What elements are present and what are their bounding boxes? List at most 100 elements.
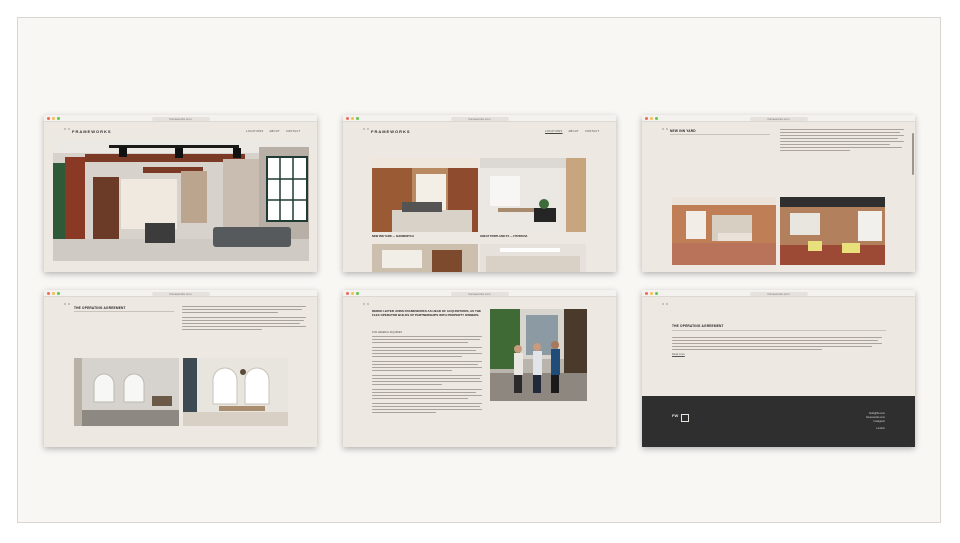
text-line (182, 326, 306, 328)
article-subheading: FOR GENERAL INQUIRIES (372, 331, 402, 334)
browser-chrome: frameworks.com (642, 290, 915, 305)
text-line (372, 389, 482, 391)
text-line (182, 312, 278, 314)
browser-window-operating: frameworks.com THE OPERATING AGREEMENT (44, 290, 317, 447)
text-line (672, 346, 872, 348)
nav-contact[interactable]: Contact (286, 130, 300, 133)
text-line (182, 309, 302, 311)
text-line (372, 395, 482, 397)
divider (670, 134, 770, 135)
text-line (780, 135, 904, 137)
divider (74, 311, 174, 312)
text-line (780, 129, 904, 131)
text-line (372, 370, 452, 372)
footer-instagram[interactable]: Instagram (873, 420, 885, 423)
browser-chrome: frameworks.com (343, 290, 616, 305)
browser-chrome: frameworks.com (44, 115, 317, 130)
text-line (780, 144, 890, 146)
detail-photo-1 (672, 197, 776, 265)
text-line (372, 403, 482, 405)
nav-arrows-icon[interactable] (64, 292, 76, 305)
text-line (372, 336, 482, 338)
site-logo[interactable]: FRAMEWORKS (72, 129, 112, 134)
location-photo-4[interactable] (480, 244, 586, 272)
nav-locations[interactable]: Locations (545, 130, 563, 133)
operating-title: THE OPERATING AGREEMENT (74, 306, 126, 310)
footer-logo-mark[interactable]: FW (672, 413, 690, 425)
text-line (780, 138, 898, 140)
text-line (372, 339, 480, 341)
text-line (372, 353, 482, 355)
window-controls[interactable] (47, 292, 60, 295)
address-bar[interactable]: frameworks.com (749, 116, 808, 121)
text-line (372, 378, 480, 380)
text-line (372, 364, 478, 366)
site-logo[interactable]: FRAMEWORKS (371, 129, 411, 134)
site-footer: FW hello@fw.com frameworks.com Instagram… (642, 396, 915, 447)
site-nav: Locations About Contact (246, 130, 300, 133)
text-line (182, 317, 306, 319)
browser-chrome: frameworks.com (642, 115, 915, 130)
text-line (182, 329, 262, 331)
text-line (372, 412, 436, 414)
text-line (372, 367, 482, 369)
address-bar[interactable]: frameworks.com (450, 116, 509, 121)
text-line (780, 147, 902, 149)
browser-window-location-detail: frameworks.com NEW INN YARD (642, 115, 915, 272)
text-line (372, 409, 482, 411)
operating-title: THE OPERATING AGREEMENT (672, 324, 724, 328)
footer-email[interactable]: hello@fw.com (869, 412, 885, 415)
nav-about[interactable]: About (569, 130, 579, 133)
nav-arrows-icon[interactable] (662, 117, 674, 130)
nav-contact[interactable]: Contact (585, 130, 599, 133)
scrollbar[interactable] (912, 133, 914, 175)
footer-website[interactable]: frameworks.com (866, 416, 885, 419)
address-bar[interactable]: frameworks.com (151, 116, 210, 121)
read-more-link[interactable]: Read more (672, 353, 685, 356)
text-line (372, 361, 482, 363)
window-controls[interactable] (47, 117, 60, 120)
window-controls[interactable] (645, 117, 658, 120)
location-caption-1[interactable]: NEW INN YARD — SHOREDITCH (372, 235, 414, 238)
text-line (372, 392, 476, 394)
location-photo-2[interactable] (480, 158, 586, 232)
nav-arrows-icon[interactable] (363, 292, 375, 305)
text-line (372, 342, 468, 344)
nav-arrows-icon[interactable] (64, 117, 76, 130)
nav-locations[interactable]: Locations (246, 130, 264, 133)
window-controls[interactable] (645, 292, 658, 295)
location-caption-2[interactable]: GREAT PORTLAND ST — FITZROVIA (480, 235, 527, 238)
window-controls[interactable] (346, 117, 359, 120)
text-line (372, 406, 480, 408)
text-line (372, 356, 462, 358)
text-line (780, 141, 904, 143)
location-photo-1[interactable] (372, 158, 478, 232)
text-line (672, 343, 882, 345)
browser-chrome: frameworks.com (44, 290, 317, 305)
address-bar[interactable]: frameworks.com (749, 291, 808, 296)
browser-window-footer: frameworks.com THE OPERATING AGREEMENT R… (642, 290, 915, 447)
location-title: NEW INN YARD (670, 129, 696, 133)
browser-window-article: frameworks.com DEREK LEITER JOINS FRAMEW… (343, 290, 616, 447)
text-line (182, 323, 300, 325)
address-bar[interactable]: frameworks.com (450, 291, 509, 296)
text-line (672, 349, 822, 351)
nav-arrows-icon[interactable] (363, 117, 375, 130)
browser-window-home: frameworks.com FRAMEWORKS Locations Abou… (44, 115, 317, 272)
divider (672, 330, 886, 331)
location-photo-3[interactable] (372, 244, 478, 272)
window-controls[interactable] (346, 292, 359, 295)
footer-address: London (876, 427, 885, 430)
text-line (182, 320, 304, 322)
text-line (672, 337, 882, 339)
browser-window-locations: frameworks.com FRAMEWORKS Locations Abou… (343, 115, 616, 272)
text-line (372, 350, 476, 352)
address-bar[interactable]: frameworks.com (151, 291, 210, 296)
hero-office-photo (53, 139, 309, 261)
browser-chrome: frameworks.com (343, 115, 616, 130)
site-nav: Locations About Contact (545, 130, 599, 133)
nav-about[interactable]: About (270, 130, 280, 133)
nav-arrows-icon[interactable] (662, 292, 674, 305)
interior-photo-arches (74, 358, 179, 426)
article-heading: DEREK LEITER JOINS FRAMEWORKS AS HEAD OF… (372, 309, 482, 317)
